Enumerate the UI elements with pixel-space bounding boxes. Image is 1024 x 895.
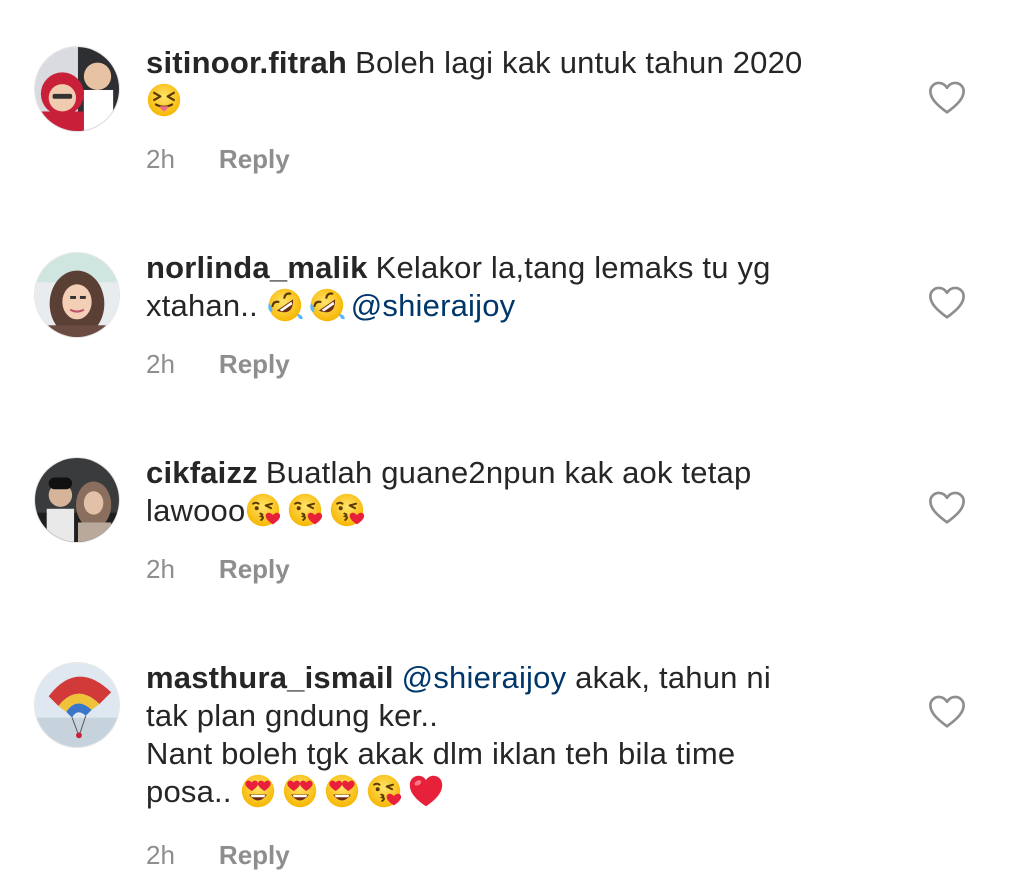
reply-button[interactable]: Reply: [219, 840, 290, 870]
rolling-laughing-emoji: [309, 287, 345, 323]
kissing-heart-emoji: [366, 773, 402, 809]
squinting-tongue-emoji: [146, 82, 182, 118]
comment-meta: 2h Reply: [146, 554, 290, 585]
comment-body: Buatlah guane2npun kak aok tetap: [265, 455, 752, 490]
reply-button[interactable]: Reply: [219, 144, 290, 174]
comment-body-continued: lawooo: [146, 493, 246, 528]
avatar[interactable]: [34, 662, 120, 748]
comment-timestamp: 2h: [146, 144, 175, 174]
comment-body-continued: posa..: [146, 774, 232, 809]
mention-link[interactable]: @shieraijoy: [351, 288, 516, 323]
kissing-heart-emoji: [245, 492, 281, 528]
reply-button[interactable]: Reply: [219, 349, 290, 379]
comment-body-continued: Nant boleh tgk akak dlm iklan teh bila t…: [146, 736, 736, 771]
comment-timestamp: 2h: [146, 554, 175, 584]
comment-body: Kelakor la,tang lemaks tu yg: [375, 250, 771, 285]
heart-eyes-emoji: [282, 773, 318, 809]
comment-body-continued: xtahan..: [146, 288, 258, 323]
comment-text: norlinda_malik Kelakor la,tang lemaks tu …: [146, 249, 866, 325]
rolling-laughing-emoji: [267, 287, 303, 323]
red-heart-emoji: [408, 773, 444, 809]
comment-body-continued: tak plan gndung ker..: [146, 698, 439, 733]
comment-timestamp: 2h: [146, 840, 175, 870]
comment-text: cikfaizz Buatlah guane2npun kak aok tetap…: [146, 454, 866, 530]
avatar[interactable]: [34, 46, 120, 132]
like-heart-icon[interactable]: [928, 80, 966, 116]
heart-eyes-emoji: [240, 773, 276, 809]
like-heart-icon[interactable]: [928, 490, 966, 526]
comment-username[interactable]: norlinda_malik: [146, 250, 368, 285]
reply-button[interactable]: Reply: [219, 554, 290, 584]
comment-username[interactable]: masthura_ismail: [146, 660, 394, 695]
comment-timestamp: 2h: [146, 349, 175, 379]
comment-body: Boleh lagi kak untuk tahun 2020: [355, 45, 803, 80]
kissing-heart-emoji: [287, 492, 323, 528]
comment-meta: 2h Reply: [146, 840, 290, 871]
comment-meta: 2h Reply: [146, 349, 290, 380]
like-heart-icon[interactable]: [928, 694, 966, 730]
comment-text: sitinoor.fitrah Boleh lagi kak untuk tahu…: [146, 44, 866, 120]
kissing-heart-emoji: [329, 492, 365, 528]
mention-link[interactable]: @shieraijoy: [402, 660, 567, 695]
heart-eyes-emoji: [324, 773, 360, 809]
like-heart-icon[interactable]: [928, 285, 966, 321]
comment-body: akak, tahun ni: [575, 660, 771, 695]
avatar[interactable]: [34, 457, 120, 543]
avatar[interactable]: [34, 252, 120, 338]
comment-meta: 2h Reply: [146, 144, 290, 175]
comment-username[interactable]: cikfaizz: [146, 455, 258, 490]
comment-username[interactable]: sitinoor.fitrah: [146, 45, 347, 80]
comment-text: masthura_ismail @shieraijoy akak, tahun n…: [146, 659, 866, 811]
